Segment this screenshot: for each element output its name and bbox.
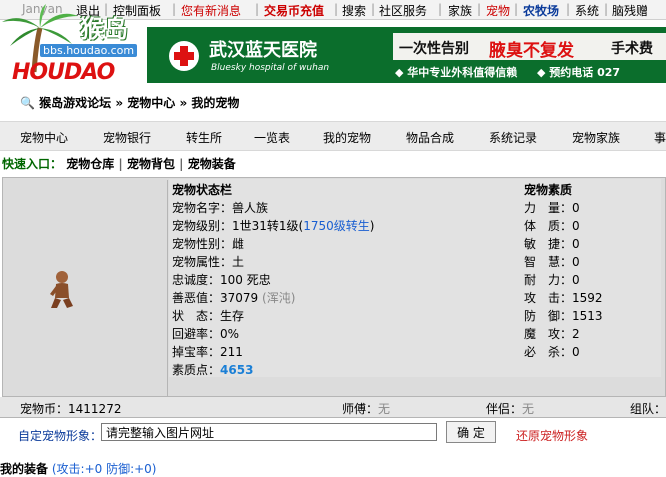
attr-row: 智 慧：0 <box>524 255 580 269</box>
menu-my-pets[interactable]: 我的宠物 <box>323 129 371 146</box>
brain-link[interactable]: 脑残赠 <box>612 2 648 19</box>
pet-master: 师傅：无 <box>342 402 391 416</box>
attr-row: 魔 攻：2 <box>524 327 580 341</box>
quick-warehouse[interactable]: 宠物仓库 <box>66 157 114 171</box>
menu-pet-center[interactable]: 宠物中心 <box>20 129 68 146</box>
menu-rebirth[interactable]: 转生所 <box>186 129 222 146</box>
logo-wordmark: HOUDAO <box>12 60 115 85</box>
status-evade: 回避率：0% <box>172 327 240 341</box>
status-gender: 宠物性别：雌 <box>172 237 245 251</box>
trade-coin-link[interactable]: 交易币充值 <box>264 2 324 19</box>
quick-links: 快速入口： 宠物仓库 | 宠物背包 | 宠物装备 <box>2 157 236 171</box>
status-level: 宠物级别：1世31转1级(1750级转生) <box>172 219 375 233</box>
breadcrumb-current: 我的宠物 <box>191 96 240 110</box>
image-url-input[interactable] <box>101 423 437 441</box>
status-kindness: 善恶值：37079 (浑沌) <box>172 291 296 305</box>
status-name: 宠物名字：兽人族 <box>172 201 269 215</box>
menu-synthesis[interactable]: 物品合成 <box>406 129 454 146</box>
status-drop-rate: 掉宝率：211 <box>172 345 243 359</box>
status-title: 宠物状态栏 <box>172 183 233 197</box>
status-attribute: 宠物属性：土 <box>172 255 245 269</box>
new-message-link[interactable]: 您有新消息 <box>181 2 241 19</box>
custom-image-label: 自定宠物形象： <box>18 429 103 443</box>
attr-row: 体 质：0 <box>524 219 580 233</box>
logo-url: bbs.houdao.com <box>40 44 138 57</box>
attr-row: 必 杀：0 <box>524 345 580 359</box>
my-equipment: 我的装备 (攻击:+0 防御:+0) <box>0 460 157 477</box>
pets-link[interactable]: 宠物 <box>486 2 510 19</box>
site-logo[interactable]: 猴岛 bbs.houdao.com HOUDAO <box>0 0 140 92</box>
menu-more[interactable]: 事 <box>654 129 666 146</box>
attrs-title: 宠物素质 <box>524 183 573 197</box>
breadcrumb-center[interactable]: 宠物中心 <box>127 96 175 110</box>
banner-subline-right: ◆ 预约电话 027 <box>537 66 621 79</box>
pet-menu-bar: 宠物中心 宠物银行 转生所 一览表 我的宠物 物品合成 系统记录 宠物家族 事 <box>0 121 666 151</box>
attr-row: 敏 捷：0 <box>524 237 580 251</box>
attr-row: 力 量：0 <box>524 201 580 215</box>
quick-backpack[interactable]: 宠物背包 <box>127 157 175 171</box>
menu-pet-family[interactable]: 宠物家族 <box>572 129 620 146</box>
quick-label: 快速入口： <box>2 157 63 171</box>
breadcrumb-root[interactable]: 猴岛游戏论坛 <box>39 96 111 110</box>
menu-system-log[interactable]: 系统记录 <box>489 129 537 146</box>
banner-hospital-en: Bluesky hospital of wuhan <box>211 63 330 73</box>
logo-title: 猴岛 <box>80 15 128 43</box>
pet-coin: 宠物币：1411272 <box>20 402 122 416</box>
restore-image-link[interactable]: 还原宠物形象 <box>516 427 588 444</box>
rebirth-level-link[interactable]: 1750级转生 <box>303 219 370 233</box>
pet-image-area <box>3 180 168 396</box>
community-link[interactable]: 社区服务 <box>379 2 427 19</box>
family-link[interactable]: 家族 <box>448 2 472 19</box>
search-link[interactable]: 搜索 <box>342 2 366 19</box>
pet-figure-icon <box>50 271 73 308</box>
equip-stats: (攻击:+0 防御:+0) <box>51 462 157 476</box>
attr-row: 耐 力：0 <box>524 273 580 287</box>
system-link[interactable]: 系统 <box>575 2 599 19</box>
status-state: 状 态：生存 <box>172 309 245 323</box>
slogan-main: 腋臭不复发 <box>489 41 574 61</box>
banner-hospital-name: 武汉蓝天医院 <box>209 40 317 61</box>
banner-subline-left: ◆ 华中专业外科值得信赖 <box>395 66 518 79</box>
slogan-suffix: 手术费 <box>611 41 653 57</box>
banner-slogan: 一次性告别 腋臭不复发 手术费 <box>393 33 666 61</box>
equip-label: 我的装备 <box>0 462 49 476</box>
status-points: 素质点：4653 <box>172 363 254 377</box>
confirm-button[interactable]: 确 定 <box>446 421 496 443</box>
slogan-prefix: 一次性告别 <box>399 41 469 57</box>
red-cross-icon <box>169 41 199 71</box>
search-icon: 🔍 <box>20 96 35 110</box>
hospital-ad-banner[interactable]: 武汉蓝天医院 Bluesky hospital of wuhan 一次性告别 腋… <box>147 27 666 83</box>
quick-equipment[interactable]: 宠物装备 <box>188 157 236 171</box>
pet-attributes-panel: 宠物素质 力 量：0 体 质：0 敏 捷：0 智 慧：0 耐 力：0 攻 击：1… <box>521 179 661 377</box>
attr-row: 攻 击：1592 <box>524 291 603 305</box>
breadcrumb: 🔍 猴岛游戏论坛 » 宠物中心 » 我的宠物 <box>20 96 240 110</box>
pet-team: 组队： <box>630 402 666 416</box>
menu-overview[interactable]: 一览表 <box>254 129 290 146</box>
status-loyalty: 忠诚度：100 死忠 <box>172 273 271 287</box>
menu-pet-bank[interactable]: 宠物银行 <box>103 129 151 146</box>
ranch-link[interactable]: 农牧场 <box>523 2 559 19</box>
pet-partner: 伴侣：无 <box>486 402 535 416</box>
pet-info-footer: 宠物币：1411272 师傅：无 伴侣：无 组队： <box>0 397 666 418</box>
attr-row: 防 御：1513 <box>524 309 603 323</box>
pet-status-panel: 宠物状态栏 宠物名字：兽人族 宠物级别：1世31转1级(1750级转生) 宠物性… <box>169 179 522 377</box>
